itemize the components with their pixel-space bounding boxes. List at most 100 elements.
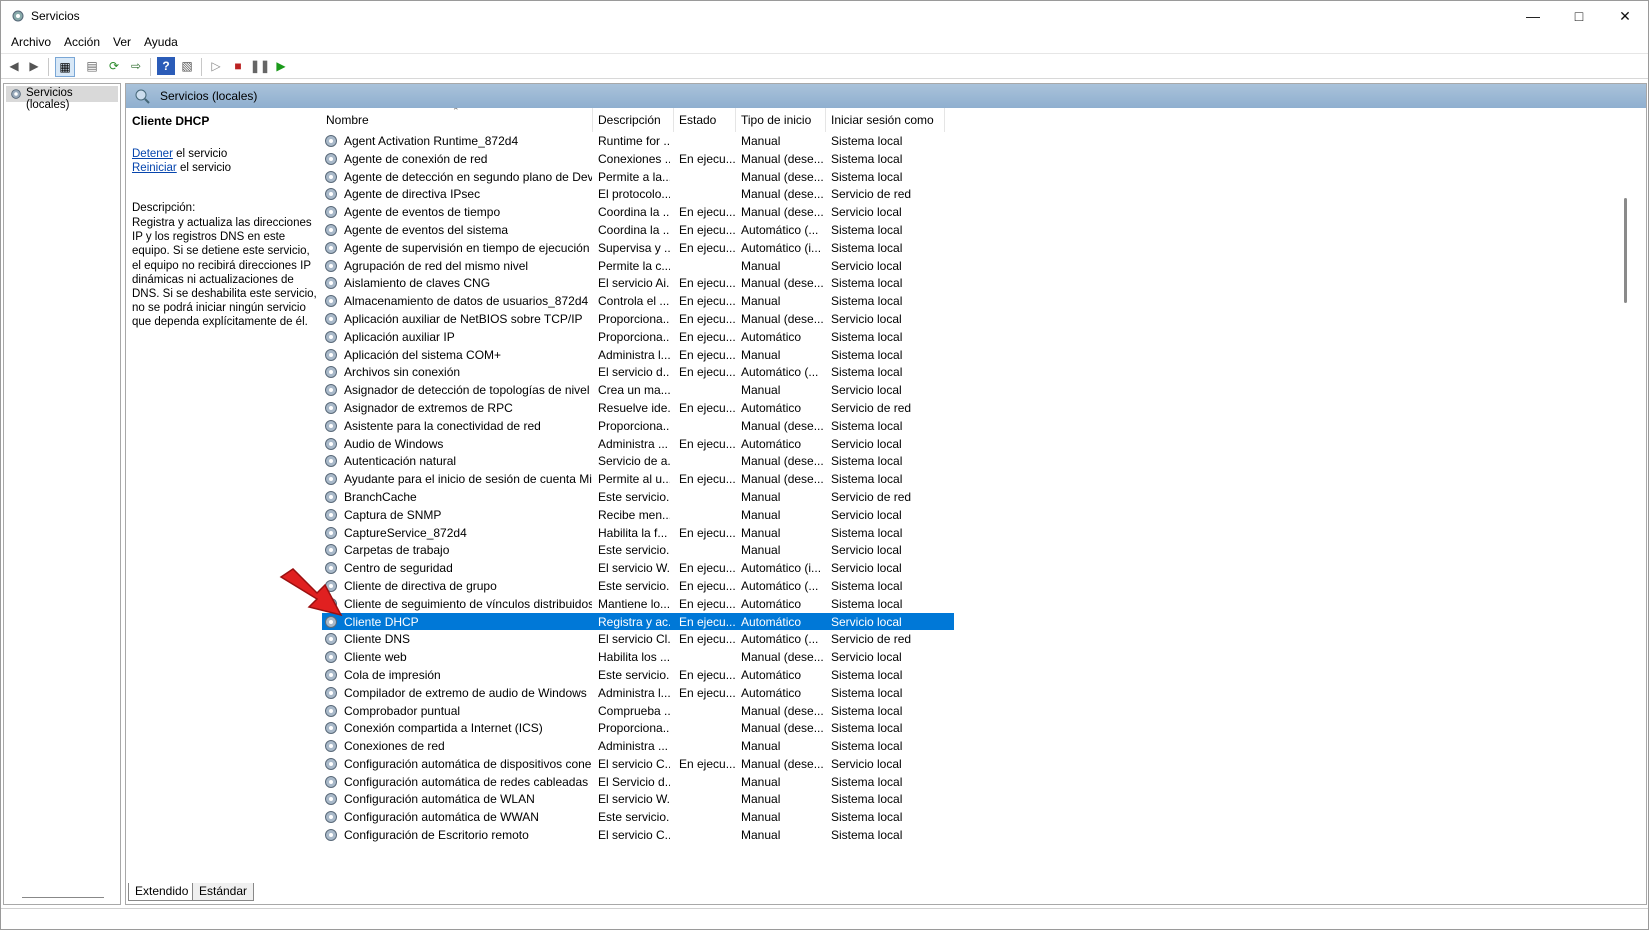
forward-icon[interactable]: ▶: [25, 57, 43, 75]
table-row[interactable]: Aplicación del sistema COM+ Administra l.…: [322, 346, 1632, 364]
minimize-icon[interactable]: —: [1510, 1, 1556, 31]
table-row[interactable]: Configuración automática de WLAN El servi…: [322, 790, 1632, 808]
service-description: Este servicio...: [598, 810, 670, 825]
menu-ayuda[interactable]: Ayuda: [144, 35, 178, 49]
maximize-icon[interactable]: □: [1556, 1, 1602, 31]
show-console-tree-icon[interactable]: ▦: [55, 57, 75, 77]
table-row[interactable]: Cliente web Habilita los ... Manual (dese.…: [322, 648, 1632, 666]
col-header-iniciar-sesion[interactable]: Iniciar sesión como: [831, 113, 934, 127]
menu-accion[interactable]: Acción: [64, 35, 100, 49]
properties-icon[interactable]: ▤: [83, 57, 101, 75]
col-header-tipo-inicio[interactable]: Tipo de inicio: [741, 113, 811, 127]
gear-icon: [325, 722, 337, 735]
table-row[interactable]: Cliente DHCP Registra y ac... En ejecu... A…: [322, 612, 954, 631]
tree-scroll-line: [22, 897, 104, 898]
col-header-descripcion[interactable]: Descripción: [598, 113, 661, 127]
export-list-icon[interactable]: ⇨: [127, 57, 145, 75]
scroll-thumb[interactable]: [1624, 198, 1627, 303]
gear-icon: [325, 686, 337, 699]
col-header-nombre[interactable]: Nombre: [326, 113, 369, 127]
service-logon: Sistema local: [831, 134, 903, 148]
close-icon[interactable]: ✕: [1602, 1, 1648, 31]
service-description: Proporciona...: [598, 721, 670, 736]
service-description: Este servicio...: [598, 489, 670, 504]
table-row[interactable]: Conexión compartida a Internet (ICS) Prop…: [322, 719, 1632, 737]
service-description: Crea un ma...: [598, 383, 670, 398]
table-row[interactable]: Comprobador puntual Comprueba ... Manual (…: [322, 702, 1632, 720]
table-row[interactable]: Agente de conexión de red Conexiones ... E…: [322, 150, 1632, 168]
service-name: Audio de Windows: [344, 436, 444, 451]
service-startup-type: Manual (dese...: [741, 205, 824, 220]
tab-estandar[interactable]: Estándar: [192, 883, 255, 901]
tab-extendido[interactable]: Extendido: [128, 883, 196, 901]
table-row[interactable]: Aplicación auxiliar de NetBIOS sobre TCP…: [322, 310, 1632, 328]
stop-service-link[interactable]: Detener: [132, 148, 173, 160]
service-status: En ejecu...: [679, 205, 735, 220]
service-startup-type: Manual (dese...: [741, 721, 824, 736]
col-header-estado[interactable]: Estado: [679, 113, 716, 127]
stop-action-text: el servicio: [172, 148, 228, 160]
pause-icon[interactable]: ❚❚: [250, 57, 270, 75]
table-row[interactable]: Cliente DNS El servicio Cl... En ejecu... A…: [322, 630, 1632, 648]
table-row[interactable]: Cliente de directiva de grupo Este servic…: [322, 577, 1632, 595]
table-row[interactable]: Autenticación natural Servicio de a... Man…: [322, 452, 1632, 470]
service-status: En ejecu...: [679, 400, 735, 415]
table-row[interactable]: Cliente de seguimiento de vínculos distr…: [322, 595, 1632, 613]
service-name: Agente de conexión de red: [344, 151, 488, 166]
refresh-icon[interactable]: ⟳: [105, 57, 123, 75]
tree-item-services-local[interactable]: Servicios (locales): [6, 86, 118, 111]
help-icon[interactable]: ?: [157, 57, 175, 75]
gear-icon: [325, 633, 337, 646]
back-icon[interactable]: ◀: [5, 57, 23, 75]
table-row[interactable]: Agente de eventos de tiempo Coordina la .…: [322, 203, 1632, 221]
restart-service-link[interactable]: Reiniciar: [132, 162, 177, 174]
resume-icon[interactable]: ▶: [272, 57, 290, 75]
service-name: Captura de SNMP: [344, 507, 442, 522]
table-row[interactable]: Aislamiento de claves CNG El servicio Ai.…: [322, 274, 1632, 292]
table-row[interactable]: Centro de seguridad El servicio W... En ej…: [322, 559, 1632, 577]
service-logon: Sistema local: [831, 329, 903, 344]
table-row[interactable]: Configuración de Escritorio remoto El ser…: [322, 826, 1632, 844]
table-row[interactable]: Agente de eventos del sistema Coordina la…: [322, 221, 1632, 239]
table-row[interactable]: Ayudante para el inicio de sesión de cue…: [322, 470, 1632, 488]
view-icon[interactable]: ▧: [178, 57, 196, 75]
service-status: En ejecu...: [679, 276, 735, 291]
stop-icon[interactable]: ■: [229, 57, 247, 75]
table-row[interactable]: Agente de detección en segundo plano de …: [322, 168, 1632, 186]
gear-icon: [325, 348, 337, 361]
table-row[interactable]: Carpetas de trabajo Este servicio... Manua…: [322, 541, 1632, 559]
table-row[interactable]: Agente de directiva IPsec El protocolo...…: [322, 185, 1632, 203]
sort-ascending-icon: ⌃: [452, 108, 460, 116]
service-description: Este servicio...: [598, 543, 670, 558]
play-icon[interactable]: ▷: [207, 57, 225, 75]
service-name: Asignador de detección de topologías de …: [344, 383, 592, 398]
service-name: Agrupación de red del mismo nivel: [344, 258, 529, 273]
service-name: BranchCache: [344, 489, 417, 504]
table-row[interactable]: Configuración automática de dispositivos…: [322, 755, 1632, 773]
table-row[interactable]: Agente de supervisión en tiempo de ejecu…: [322, 239, 1632, 257]
table-row[interactable]: Audio de Windows Administra ... En ejecu..…: [322, 435, 1632, 453]
menu-ver[interactable]: Ver: [113, 35, 131, 49]
menu-archivo[interactable]: Archivo: [11, 35, 51, 49]
table-row[interactable]: Asignador de detección de topologías de …: [322, 381, 1632, 399]
table-row[interactable]: Aplicación auxiliar IP Proporciona... En e…: [322, 328, 1632, 346]
table-row[interactable]: Almacenamiento de datos de usuarios_872d…: [322, 292, 1632, 310]
table-row[interactable]: Configuración automática de redes cablea…: [322, 773, 1632, 791]
table-row[interactable]: CaptureService_872d4 Habilita la f... En e…: [322, 524, 1632, 542]
service-startup-type: Manual: [741, 828, 781, 843]
service-description: El servicio C...: [598, 756, 670, 771]
table-row[interactable]: Agrupación de red del mismo nivel Permite…: [322, 257, 1632, 275]
table-row[interactable]: Compilador de extremo de audio de Window…: [322, 684, 1632, 702]
table-row[interactable]: Agent Activation Runtime_872d4 Runtime fo…: [322, 132, 1632, 150]
table-row[interactable]: Asistente para la conectividad de red Pro…: [322, 417, 1632, 435]
table-row[interactable]: Asignador de extremos de RPC Resuelve ide…: [322, 399, 1632, 417]
table-row[interactable]: Captura de SNMP Recibe men... Manual Servic…: [322, 506, 1632, 524]
vertical-scrollbar[interactable]: [1618, 108, 1632, 868]
table-row[interactable]: BranchCache Este servicio... Manual Servici…: [322, 488, 1632, 506]
table-row[interactable]: Conexiones de red Administra ... Manual Sis…: [322, 737, 1632, 755]
table-row[interactable]: Cola de impresión Este servicio... En ejec…: [322, 666, 1632, 684]
gear-icon: [325, 829, 337, 842]
gear-icon: [325, 152, 337, 165]
table-row[interactable]: Configuración automática de WWAN Este ser…: [322, 808, 1632, 826]
table-row[interactable]: Archivos sin conexión El servicio d... En …: [322, 363, 1632, 381]
